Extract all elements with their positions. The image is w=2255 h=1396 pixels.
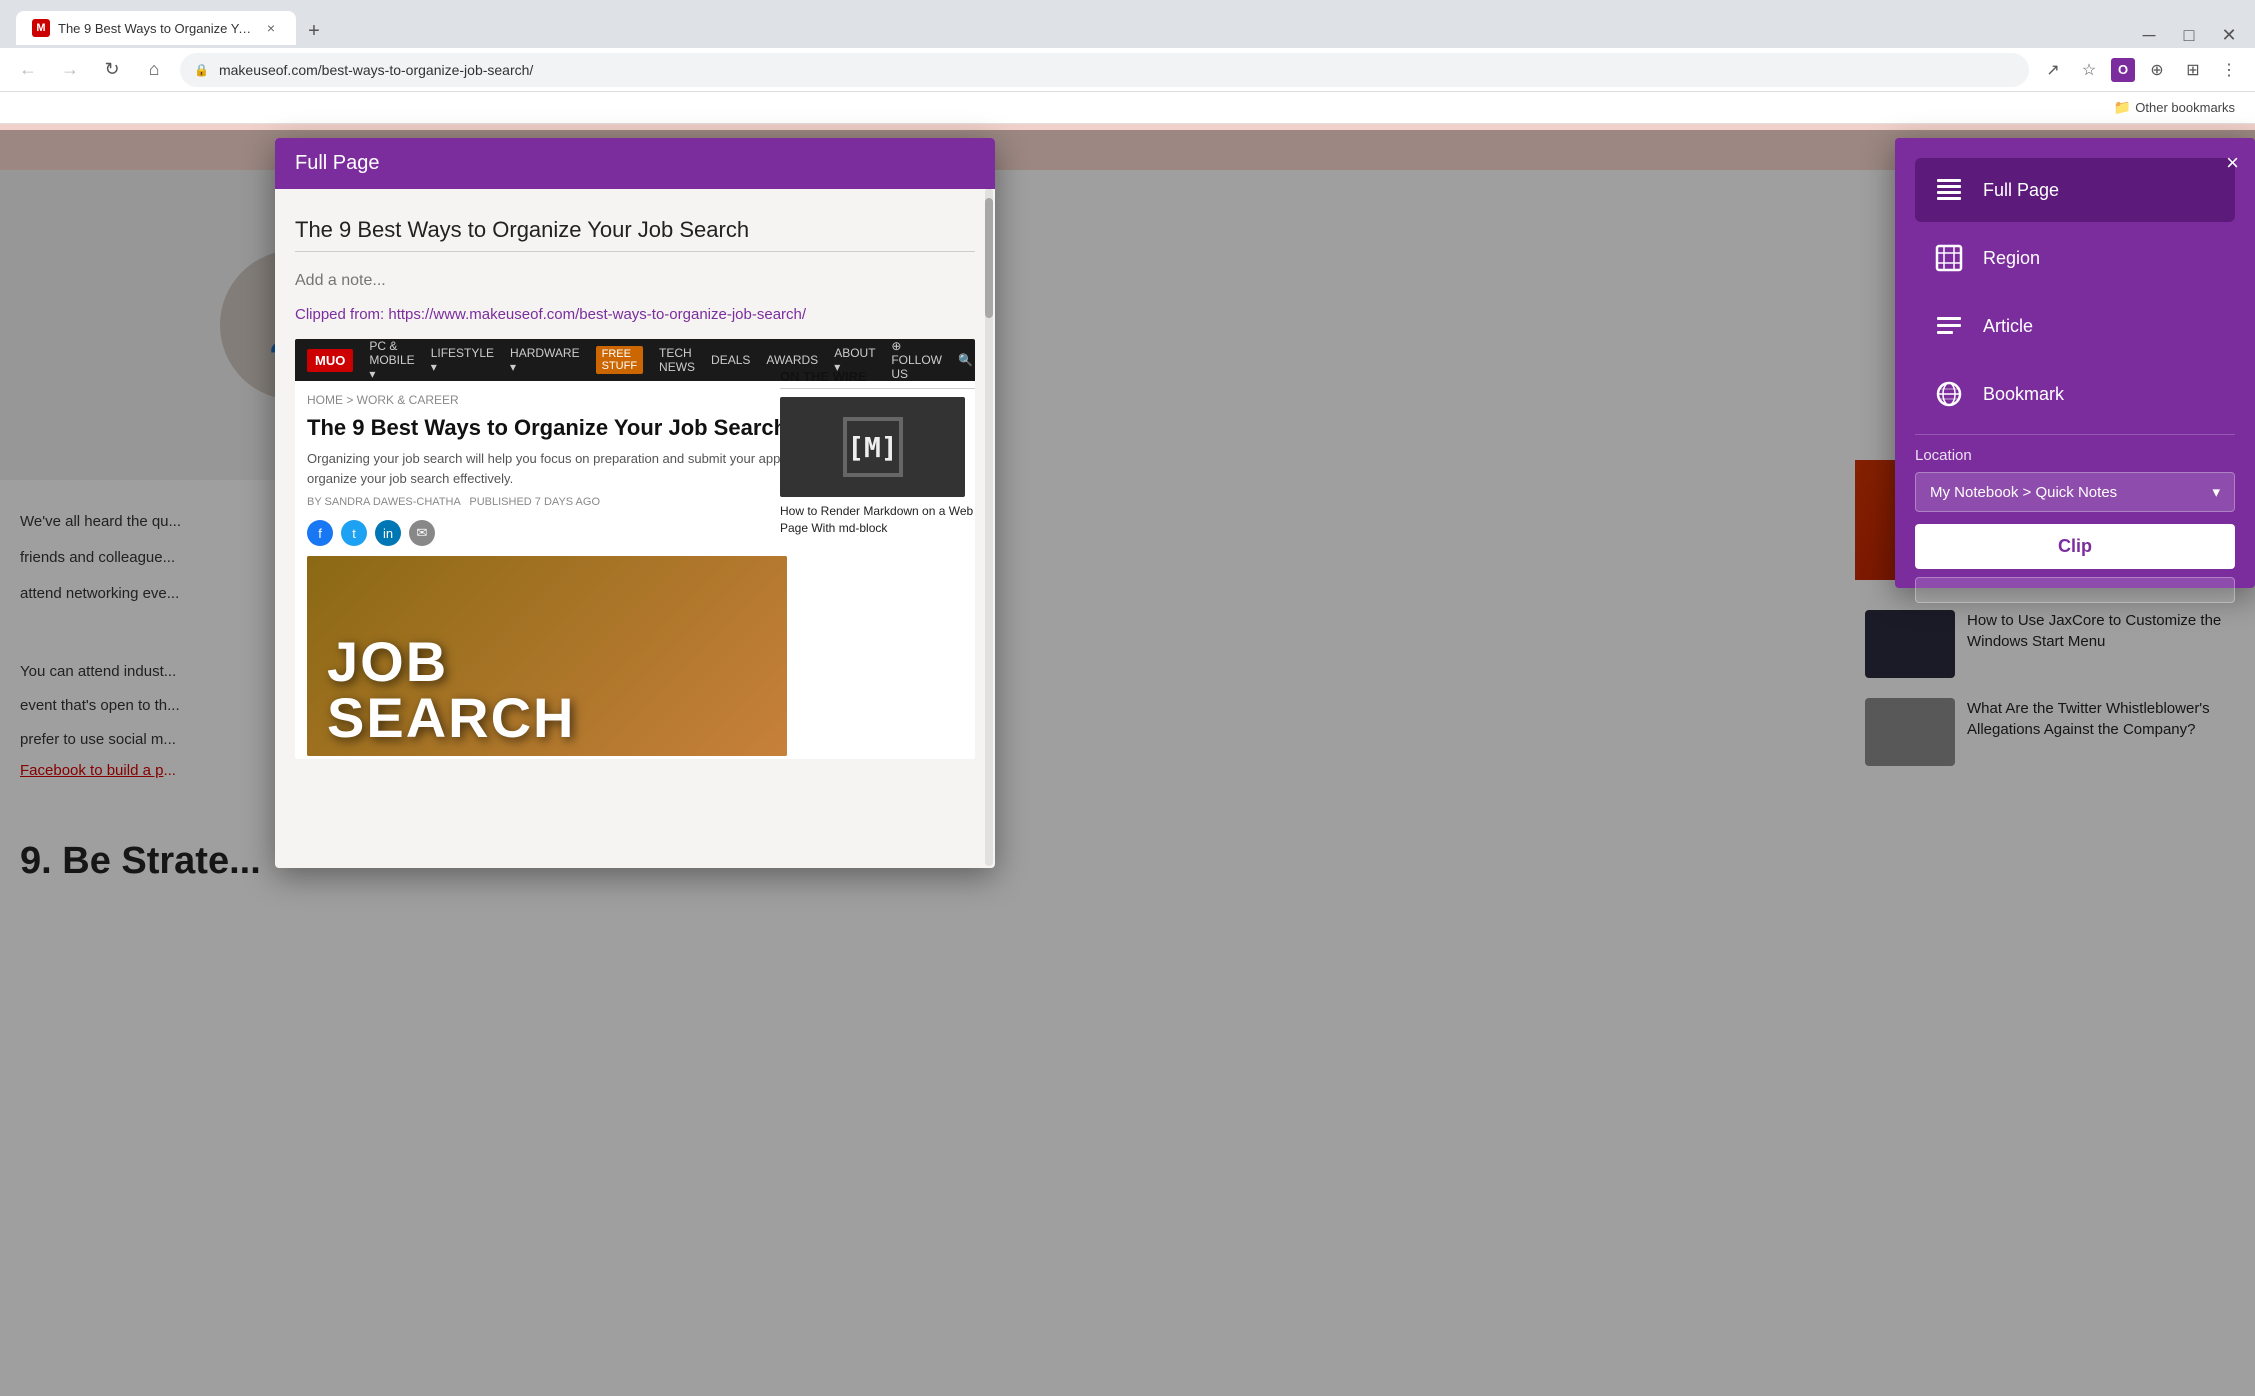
window-controls: ─ □ ✕	[2139, 25, 2239, 45]
bookmark-option[interactable]: Bookmark	[1915, 362, 2235, 426]
nav-pc-mobile: PC & MOBILE ▾	[369, 339, 414, 381]
edge-sidebar-icon[interactable]: ⊞	[2179, 56, 2207, 84]
new-tab-button[interactable]: +	[300, 17, 328, 45]
maximize-button[interactable]: □	[2179, 25, 2199, 45]
browser-chrome: M The 9 Best Ways to Organize You... × +…	[0, 0, 2255, 124]
home-button[interactable]: ⌂	[138, 54, 170, 86]
clip-modal-title: Full Page	[295, 152, 380, 174]
right-panel: × Full Page Region	[1895, 138, 2255, 588]
nav-search: 🔍	[958, 353, 973, 367]
address-bar: ← → ↻ ⌂ 🔒 makeuseof.com/best-ways-to-org…	[0, 48, 2255, 92]
preview-content: HOME > WORK & CAREER The 9 Best Ways to …	[295, 381, 975, 759]
back-button[interactable]: ←	[12, 54, 44, 86]
nav-free-stuff: FREE STUFF	[596, 346, 643, 374]
menu-icon[interactable]: ⋮	[2215, 56, 2243, 84]
extensions-icon[interactable]: ⊕	[2143, 56, 2171, 84]
minimize-button[interactable]: ─	[2139, 25, 2159, 45]
address-input[interactable]: 🔒 makeuseof.com/best-ways-to-organize-jo…	[180, 53, 2029, 87]
other-bookmarks[interactable]: 📁 Other bookmarks	[2106, 97, 2243, 118]
share-icon[interactable]: ↗	[2039, 56, 2067, 84]
full-page-label: Full Page	[1983, 180, 2059, 201]
nav-deals: DEALS	[711, 353, 750, 367]
clip-source-label: Clipped from:	[295, 306, 384, 323]
modal-scrollbar-thumb	[985, 198, 993, 318]
full-page-icon	[1931, 172, 1967, 208]
bookmark-label: Bookmark	[1983, 384, 2064, 405]
facebook-share-icon[interactable]: f	[307, 520, 333, 546]
modal-scrollbar[interactable]	[985, 188, 993, 866]
location-label: Location	[1915, 447, 2235, 464]
email-share-icon[interactable]: ✉	[409, 520, 435, 546]
clip-source-url: https://www.makeuseof.com/best-ways-to-o…	[388, 306, 806, 323]
location-value: My Notebook > Quick Notes	[1930, 484, 2117, 501]
region-label: Region	[1983, 248, 2040, 269]
bookmark-icon	[1931, 376, 1967, 412]
region-option[interactable]: Region	[1915, 226, 2235, 290]
location-dropdown[interactable]: My Notebook > Quick Notes ▾	[1915, 472, 2235, 512]
title-bar: M The 9 Best Ways to Organize You... × +…	[0, 0, 2255, 48]
address-text: makeuseof.com/best-ways-to-organize-job-…	[219, 62, 533, 78]
clip-button[interactable]: Clip	[1915, 524, 2235, 569]
clip-title-input[interactable]	[295, 209, 975, 252]
clip-source: Clipped from: https://www.makeuseof.com/…	[295, 306, 975, 323]
bookmarks-bar: 📁 Other bookmarks	[0, 92, 2255, 124]
clip-modal-body: Clipped from: https://www.makeuseof.com/…	[275, 189, 995, 779]
active-tab[interactable]: M The 9 Best Ways to Organize You... ×	[16, 11, 296, 45]
close-button[interactable]: ✕	[2219, 25, 2239, 45]
clip-preview-area: MUO PC & MOBILE ▾ LIFESTYLE ▾ HARDWARE ▾…	[295, 339, 975, 759]
bookmark-folder-icon: 📁	[2114, 99, 2131, 116]
nav-lifestyle: LIFESTYLE ▾	[431, 346, 494, 374]
forward-button[interactable]: →	[54, 54, 86, 86]
full-page-option[interactable]: Full Page	[1915, 158, 2235, 222]
muo-logo: MUO	[307, 349, 353, 372]
bookmark-star-icon[interactable]: ☆	[2075, 56, 2103, 84]
panel-divider	[1915, 434, 2235, 435]
nav-hardware: HARDWARE ▾	[510, 346, 580, 374]
security-lock-icon: 🔒	[194, 63, 209, 77]
article-icon	[1931, 308, 1967, 344]
nav-tech-news: TECH NEWS	[659, 346, 695, 374]
linkedin-share-icon[interactable]: in	[375, 520, 401, 546]
region-icon	[1931, 240, 1967, 276]
dropdown-chevron-icon: ▾	[2212, 483, 2220, 501]
tab-close-button[interactable]: ×	[262, 19, 280, 37]
tab-title: The 9 Best Ways to Organize You...	[58, 21, 254, 36]
article-option[interactable]: Article	[1915, 294, 2235, 358]
nav-awards: AWARDS	[766, 353, 818, 367]
tab-favicon: M	[32, 19, 50, 37]
clip-note-input[interactable]	[295, 268, 975, 294]
on-the-wire-section: ON THE WIRE [M] How to Render Markdown o…	[780, 369, 975, 537]
wire-thumb: [M]	[780, 397, 965, 497]
job-search-text: JOBSEARCH	[327, 634, 575, 746]
other-bookmarks-label: Other bookmarks	[2135, 100, 2235, 115]
article-label: Article	[1983, 316, 2033, 337]
panel-close-button[interactable]: ×	[2226, 150, 2239, 176]
clip-modal-header: Full Page	[275, 138, 995, 189]
twitter-share-icon[interactable]: t	[341, 520, 367, 546]
toolbar-icons: ↗ ☆ O ⊕ ⊞ ⋮	[2039, 56, 2243, 84]
office-icon[interactable]: O	[2111, 58, 2135, 82]
reload-button[interactable]: ↻	[96, 54, 128, 86]
clip-modal: Full Page Clipped from: https://www.make…	[275, 138, 995, 868]
cancel-button[interactable]	[1915, 577, 2235, 603]
wire-article-title: How to Render Markdown on a Web Page Wit…	[780, 503, 975, 537]
job-search-image: JOBSEARCH	[307, 556, 787, 756]
on-the-wire-title: ON THE WIRE	[780, 369, 975, 389]
